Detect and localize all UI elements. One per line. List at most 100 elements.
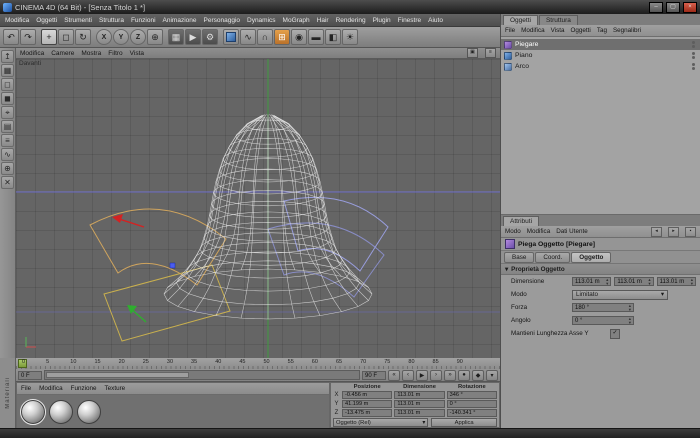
timeline-scroll-thumb[interactable] bbox=[46, 372, 189, 378]
y-axis-lock-button[interactable]: Y bbox=[113, 29, 129, 45]
keep-y-length-checkbox[interactable]: ✓ bbox=[610, 329, 620, 339]
workplane-mode-icon[interactable]: ◼ bbox=[1, 92, 14, 105]
menu-oggetti[interactable]: Oggetti bbox=[36, 17, 57, 24]
coordinate-mode-dropdown[interactable]: Oggetto (Rel) ▾ bbox=[333, 418, 428, 427]
viewport-menu-filtro[interactable]: Filtro bbox=[108, 50, 122, 57]
visibility-dots[interactable] bbox=[692, 52, 695, 59]
menu-finestre[interactable]: Finestre bbox=[398, 17, 421, 24]
menu-personaggio[interactable]: Personaggio bbox=[204, 17, 241, 24]
rotation-z-field[interactable]: -140.341 ° bbox=[447, 409, 497, 417]
spinner-icon[interactable]: ▴▾ bbox=[629, 317, 631, 325]
object-manager-menu-segnalibri[interactable]: Segnalibri bbox=[613, 27, 641, 34]
tab-struttura[interactable]: Struttura bbox=[539, 15, 578, 25]
attributes-menu-modo[interactable]: Modo bbox=[505, 228, 521, 235]
gizmo-z-handle[interactable] bbox=[170, 263, 175, 268]
viewport-canvas[interactable]: Davanti bbox=[16, 59, 500, 359]
tab-oggetti[interactable]: Oggetti bbox=[503, 15, 538, 25]
mode-dropdown[interactable]: Limitato ▾ bbox=[572, 290, 668, 300]
apply-button[interactable]: Applica bbox=[431, 418, 497, 427]
viewport-view-label[interactable]: Davanti bbox=[19, 60, 41, 67]
menu-hair[interactable]: Hair bbox=[317, 17, 329, 24]
rotation-y-field[interactable]: 0 ° bbox=[447, 400, 497, 408]
size-y-field[interactable]: 113.01 m bbox=[394, 400, 444, 408]
strength-field[interactable]: 180 °▴▾ bbox=[572, 303, 634, 312]
close-button[interactable]: × bbox=[683, 2, 697, 13]
history-back-icon[interactable]: ◂ bbox=[651, 227, 662, 237]
size-z-field[interactable]: 113.01 m bbox=[394, 409, 444, 417]
edges-mode-icon[interactable]: ▤ bbox=[1, 120, 14, 133]
timeline-scrollbar[interactable] bbox=[44, 370, 360, 380]
material-thumbnail[interactable] bbox=[49, 400, 73, 424]
redo-icon[interactable]: ↷ bbox=[20, 29, 36, 45]
add-cube-icon[interactable] bbox=[223, 29, 239, 45]
move-tool-icon[interactable]: + bbox=[41, 29, 57, 45]
spline-edit-icon[interactable]: ∿ bbox=[1, 148, 14, 161]
menu-mograph[interactable]: MoGraph bbox=[283, 17, 310, 24]
add-deformer-icon[interactable]: ◉ bbox=[291, 29, 307, 45]
keyframe-options-icon[interactable]: ▾ bbox=[486, 370, 498, 381]
object-manager-menu-modifica[interactable]: Modifica bbox=[521, 27, 544, 34]
material-thumbnail[interactable] bbox=[77, 400, 101, 424]
maximize-button[interactable]: ▢ bbox=[666, 2, 680, 13]
menu-strumenti[interactable]: Strumenti bbox=[64, 17, 92, 24]
coordinate-system-icon[interactable]: ⊕ bbox=[147, 29, 163, 45]
rotate-tool-icon[interactable]: ↻ bbox=[75, 29, 91, 45]
polygons-mode-icon[interactable]: ≡ bbox=[1, 134, 14, 147]
rotation-x-field[interactable]: 346 ° bbox=[447, 391, 497, 399]
materials-menu-modifica[interactable]: Modifica bbox=[39, 385, 62, 392]
add-spline-icon[interactable]: ∿ bbox=[240, 29, 256, 45]
add-array-icon[interactable]: ⊞ bbox=[274, 29, 290, 45]
menu-animazione[interactable]: Animazione bbox=[163, 17, 197, 24]
tree-item-piegare[interactable]: Piegare bbox=[501, 39, 700, 50]
add-light-icon[interactable]: ☀ bbox=[342, 29, 358, 45]
visibility-dots[interactable] bbox=[692, 41, 695, 48]
goto-start-icon[interactable]: « bbox=[388, 370, 400, 381]
undo-icon[interactable]: ↶ bbox=[3, 29, 19, 45]
model-mode-icon[interactable]: ▦ bbox=[1, 64, 14, 77]
tree-item-piano[interactable]: Piano bbox=[501, 50, 700, 61]
viewport-menu-vista[interactable]: Vista bbox=[130, 50, 144, 57]
position-y-field[interactable]: 41.199 m bbox=[342, 400, 392, 408]
axis-mode-icon[interactable]: ⊕ bbox=[1, 162, 14, 175]
wireframe-mesh[interactable] bbox=[164, 114, 372, 319]
tree-item-arco[interactable]: Arco bbox=[501, 61, 700, 72]
play-icon[interactable]: ▶ bbox=[416, 370, 428, 381]
spline-arc-blue-1[interactable] bbox=[284, 197, 388, 271]
viewport-maximize-icon[interactable]: ▣ bbox=[467, 48, 478, 58]
position-z-field[interactable]: -13.475 m bbox=[342, 409, 392, 417]
x-axis-lock-button[interactable]: X bbox=[96, 29, 112, 45]
autokey-icon[interactable]: ◆ bbox=[472, 370, 484, 381]
spline-arc-orange[interactable] bbox=[90, 209, 226, 285]
dimension-y-field[interactable]: 113.01 m▴▾ bbox=[614, 277, 653, 286]
visibility-dots[interactable] bbox=[692, 63, 695, 70]
menu-plugin[interactable]: Plugin bbox=[373, 17, 391, 24]
lock-icon[interactable]: ▪ bbox=[685, 227, 696, 237]
viewport-menu-mostra[interactable]: Mostra bbox=[81, 50, 101, 57]
add-camera-icon[interactable]: ◧ bbox=[325, 29, 341, 45]
attr-tab-base[interactable]: Base bbox=[504, 252, 534, 263]
attributes-menu-modifica[interactable]: Modifica bbox=[527, 228, 550, 235]
angle-field[interactable]: 0 °▴▾ bbox=[572, 316, 634, 325]
render-picture-viewer-icon[interactable]: ▶ bbox=[185, 29, 201, 45]
spinner-icon[interactable]: ▴▾ bbox=[648, 278, 650, 286]
render-view-icon[interactable]: ▦ bbox=[168, 29, 184, 45]
viewport-options-icon[interactable]: ≡ bbox=[485, 48, 496, 58]
menu-dynamics[interactable]: Dynamics bbox=[247, 17, 276, 24]
start-frame-field[interactable]: 0 F bbox=[18, 371, 42, 380]
axis-gizmo[interactable] bbox=[112, 214, 175, 322]
spline-quad-yellow[interactable] bbox=[104, 265, 230, 341]
menu-modifica[interactable]: Modifica bbox=[5, 17, 29, 24]
material-thumbnail[interactable] bbox=[21, 400, 45, 424]
attr-tab-oggetto[interactable]: Oggetto bbox=[571, 252, 611, 263]
spinner-icon[interactable]: ▴▾ bbox=[606, 278, 608, 286]
points-mode-icon[interactable]: ⌖ bbox=[1, 106, 14, 119]
goto-end-icon[interactable]: » bbox=[444, 370, 456, 381]
history-forward-icon[interactable]: ▸ bbox=[668, 227, 679, 237]
materials-dock-label[interactable]: Materiali bbox=[5, 377, 11, 409]
size-x-field[interactable]: 113.01 m bbox=[394, 391, 444, 399]
attributes-menu-dati-utente[interactable]: Dati Utente bbox=[556, 228, 588, 235]
tab-attributi[interactable]: Attributi bbox=[503, 216, 539, 226]
object-manager-menu-vista[interactable]: Vista bbox=[551, 27, 565, 34]
menu-struttura[interactable]: Struttura bbox=[99, 17, 124, 24]
z-axis-lock-button[interactable]: Z bbox=[130, 29, 146, 45]
